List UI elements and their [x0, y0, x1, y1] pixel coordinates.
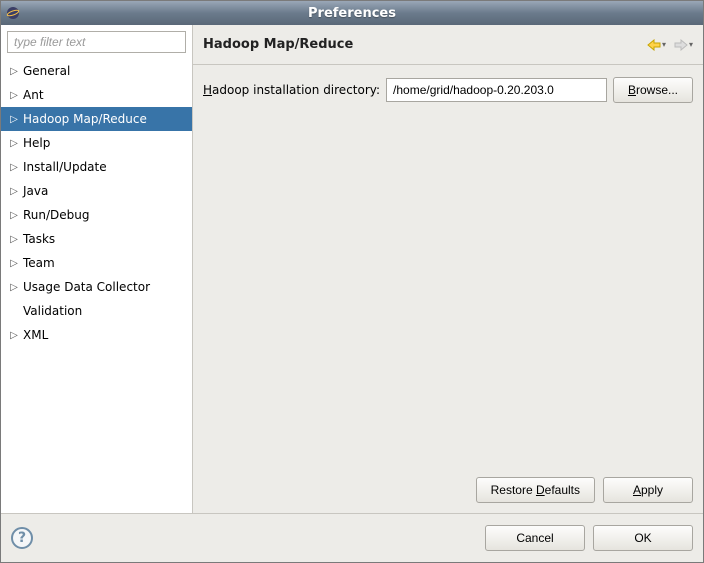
apply-button[interactable]: Apply — [603, 477, 693, 503]
tree-item[interactable]: ▷Tasks — [1, 227, 192, 251]
tree-item[interactable]: ▷Validation — [1, 299, 192, 323]
expand-arrow-icon[interactable]: ▷ — [7, 234, 21, 245]
install-dir-label: Hadoop installation directory: — [203, 83, 380, 97]
restore-defaults-button[interactable]: Restore Defaults — [476, 477, 595, 503]
expand-arrow-icon[interactable]: ▷ — [7, 66, 21, 77]
expand-arrow-icon[interactable]: ▷ — [7, 162, 21, 173]
tree-item[interactable]: ▷Help — [1, 131, 192, 155]
tree-item-label: Validation — [21, 304, 82, 318]
tree-item-label: General — [21, 64, 70, 78]
tree-item-label: Help — [21, 136, 50, 150]
browse-button[interactable]: Browse... — [613, 77, 693, 103]
footer-buttons: Cancel OK — [485, 525, 693, 551]
page-header: Hadoop Map/Reduce ▾ ▾ — [193, 25, 703, 65]
tree-item-label: Tasks — [21, 232, 55, 246]
tree-item-label: Usage Data Collector — [21, 280, 150, 294]
content-area: ▷General▷Ant▷Hadoop Map/Reduce▷Help▷Inst… — [1, 25, 703, 514]
expand-arrow-icon[interactable]: ▷ — [7, 138, 21, 149]
cancel-button[interactable]: Cancel — [485, 525, 585, 551]
tree-item-label: Install/Update — [21, 160, 107, 174]
install-dir-input[interactable] — [386, 78, 607, 102]
tree-item-label: Ant — [21, 88, 44, 102]
tree-item[interactable]: ▷XML — [1, 323, 192, 347]
preferences-window: Preferences ▷General▷Ant▷Hadoop Map/Redu… — [0, 0, 704, 563]
nav-back-icon[interactable]: ▾ — [647, 39, 666, 51]
tree-item-label: Team — [21, 256, 55, 270]
tree-item[interactable]: ▷Install/Update — [1, 155, 192, 179]
filter-wrap — [1, 25, 192, 59]
window-title: Preferences — [1, 6, 703, 21]
titlebar: Preferences — [1, 1, 703, 25]
tree-item[interactable]: ▷General — [1, 59, 192, 83]
expand-arrow-icon[interactable]: ▷ — [7, 258, 21, 269]
tree-item[interactable]: ▷Java — [1, 179, 192, 203]
preferences-tree[interactable]: ▷General▷Ant▷Hadoop Map/Reduce▷Help▷Inst… — [1, 59, 192, 513]
nav-forward-icon[interactable]: ▾ — [674, 39, 693, 51]
tree-item-label: Run/Debug — [21, 208, 90, 222]
page-buttons: Restore Defaults Apply — [203, 467, 693, 503]
tree-item[interactable]: ▷Run/Debug — [1, 203, 192, 227]
dropdown-triangle-icon: ▾ — [689, 40, 693, 49]
expand-arrow-icon[interactable]: ▷ — [7, 186, 21, 197]
tree-item-label: XML — [21, 328, 48, 342]
tree-item-label: Hadoop Map/Reduce — [21, 112, 147, 126]
expand-arrow-icon[interactable]: ▷ — [7, 330, 21, 341]
page-title: Hadoop Map/Reduce — [203, 37, 353, 52]
ok-button[interactable]: OK — [593, 525, 693, 551]
tree-item[interactable]: ▷Ant — [1, 83, 192, 107]
expand-arrow-icon[interactable]: ▷ — [7, 282, 21, 293]
tree-item-label: Java — [21, 184, 48, 198]
dropdown-triangle-icon: ▾ — [662, 40, 666, 49]
filter-input[interactable] — [7, 31, 186, 53]
app-icon — [1, 5, 25, 21]
sidebar: ▷General▷Ant▷Hadoop Map/Reduce▷Help▷Inst… — [1, 25, 193, 513]
expand-arrow-icon[interactable]: ▷ — [7, 90, 21, 101]
spacer — [203, 103, 693, 467]
tree-item[interactable]: ▷Usage Data Collector — [1, 275, 192, 299]
help-icon[interactable]: ? — [11, 527, 33, 549]
expand-arrow-icon[interactable]: ▷ — [7, 114, 21, 125]
install-dir-row: Hadoop installation directory: Browse... — [203, 77, 693, 103]
tree-item[interactable]: ▷Team — [1, 251, 192, 275]
nav-icons: ▾ ▾ — [647, 39, 693, 51]
page-body: Hadoop installation directory: Browse...… — [193, 65, 703, 513]
expand-arrow-icon[interactable]: ▷ — [7, 210, 21, 221]
main-panel: Hadoop Map/Reduce ▾ ▾ Hadoop installatio… — [193, 25, 703, 513]
tree-item[interactable]: ▷Hadoop Map/Reduce — [1, 107, 192, 131]
dialog-body: ▷General▷Ant▷Hadoop Map/Reduce▷Help▷Inst… — [1, 25, 703, 562]
dialog-footer: ? Cancel OK — [1, 514, 703, 562]
